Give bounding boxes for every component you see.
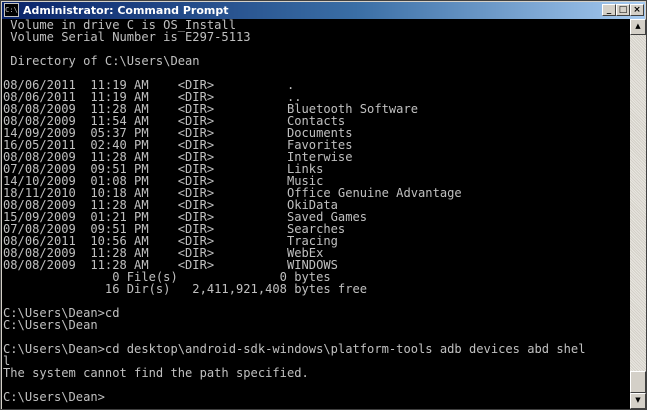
title-bar[interactable]: C:\ Administrator: Command Prompt _ □ × (2, 2, 645, 19)
command-prompt-window: C:\ Administrator: Command Prompt _ □ × … (0, 0, 647, 410)
console-line: Volume Serial Number is E297-5113 (3, 30, 251, 44)
scrollbar-thumb[interactable] (630, 371, 646, 393)
console-line: C:\Users\Dean> (3, 390, 105, 404)
minimize-button[interactable]: _ (602, 4, 616, 16)
console-line: C:\Users\Dean (3, 318, 98, 332)
console-line: C:\Users\Dean>cd desktop\android-sdk-win… (3, 342, 586, 356)
close-button[interactable]: × (630, 4, 644, 16)
command-prompt-icon[interactable]: C:\ (4, 3, 19, 17)
console-line: Directory of C:\Users\Dean (3, 54, 200, 68)
scroll-down-arrow-icon[interactable]: ▼ (630, 393, 646, 409)
window-title: Administrator: Command Prompt (23, 4, 229, 17)
console-line: 16 Dir(s) 2,411,921,408 bytes free (3, 282, 368, 296)
console-text: Volume in drive C is OS_Install Volume S… (2, 19, 630, 403)
console-output-area[interactable]: Volume in drive C is OS_Install Volume S… (2, 19, 630, 409)
scrollbar-track[interactable] (630, 35, 646, 393)
vertical-scrollbar[interactable]: ▲ ▼ (630, 19, 646, 409)
maximize-button[interactable]: □ (616, 4, 630, 16)
console-line: The system cannot find the path specifie… (3, 366, 309, 380)
scroll-up-arrow-icon[interactable]: ▲ (630, 19, 646, 35)
